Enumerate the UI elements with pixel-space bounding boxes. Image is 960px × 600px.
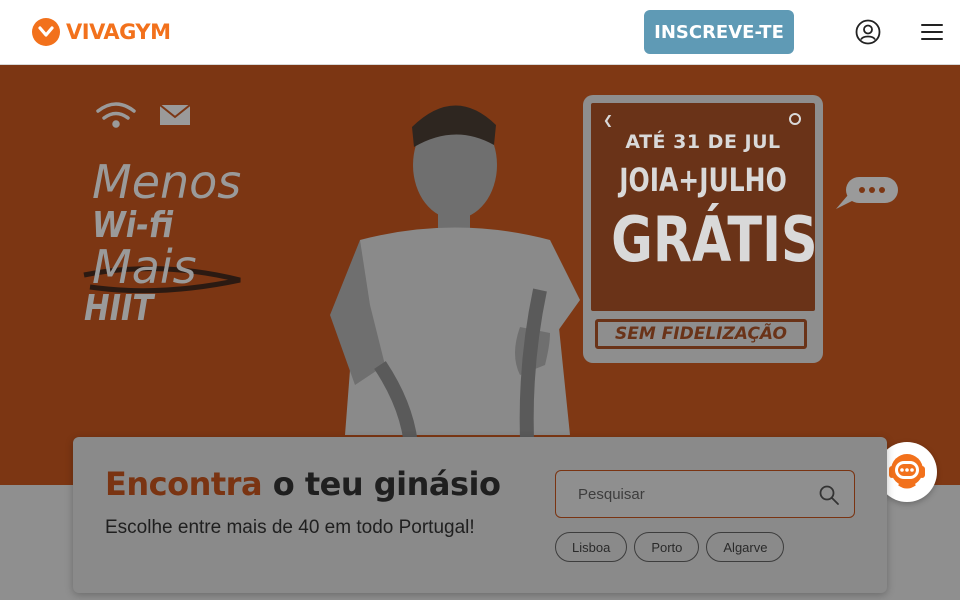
chip-porto[interactable]: Porto [634, 532, 700, 562]
tagline-line: Menos [92, 155, 242, 209]
finder-title: Encontra o teu ginásio [105, 465, 501, 503]
promo-badge: SEM FIDELIZAÇÃO [595, 319, 807, 349]
gym-finder-card: Encontra o teu ginásio Escolhe entre mai… [73, 437, 887, 593]
tagline-line: HIIT [84, 288, 154, 329]
finder-title-rest: o teu ginásio [262, 465, 501, 503]
search-input[interactable] [556, 471, 806, 517]
chevron-left-icon: ❮ [603, 113, 614, 127]
hero-banner[interactable]: Menos Wi-fi Mais HIIT ❮ ATÉ 31 DE JUL JO… [0, 65, 960, 485]
chip-lisboa[interactable]: Lisboa [555, 532, 628, 562]
tagline-line: Mais [92, 240, 197, 294]
promo-screen: ❮ ATÉ 31 DE JUL JOIA+JULHO GRÁTIS [591, 103, 818, 311]
promo-date: ATÉ 31 DE JUL [625, 131, 781, 153]
search-field[interactable] [555, 470, 855, 518]
hamburger-menu-icon[interactable] [920, 22, 944, 42]
logo-text: VIVAGYM [66, 20, 171, 44]
promo-offer: JOIA+JULHO [619, 161, 787, 199]
settings-icon [789, 113, 801, 125]
vivagym-logo[interactable]: VIVAGYM [32, 18, 171, 46]
chip-algarve[interactable]: Algarve [706, 532, 785, 562]
mail-icon [159, 104, 191, 125]
user-circle-icon[interactable] [855, 19, 881, 45]
hero-tagline: Menos Wi-fi Mais HIIT [84, 155, 242, 329]
finder-title-accent: Encontra [105, 465, 263, 503]
site-header: VIVAGYM INSCREVE-TE [0, 0, 960, 65]
finder-subtitle: Escolhe entre mais de 40 em todo Portuga… [105, 517, 475, 538]
heart-chevron-icon [32, 18, 60, 46]
promo-card: ❮ ATÉ 31 DE JUL JOIA+JULHO GRÁTIS SEM FI… [583, 95, 823, 363]
tagline-line: Wi-fi [92, 205, 174, 246]
signup-button[interactable]: INSCREVE-TE [644, 10, 794, 54]
search-icon[interactable] [818, 484, 840, 506]
promo-free: GRÁTIS [611, 203, 818, 276]
location-chips: Lisboa Porto Algarve [555, 532, 791, 562]
